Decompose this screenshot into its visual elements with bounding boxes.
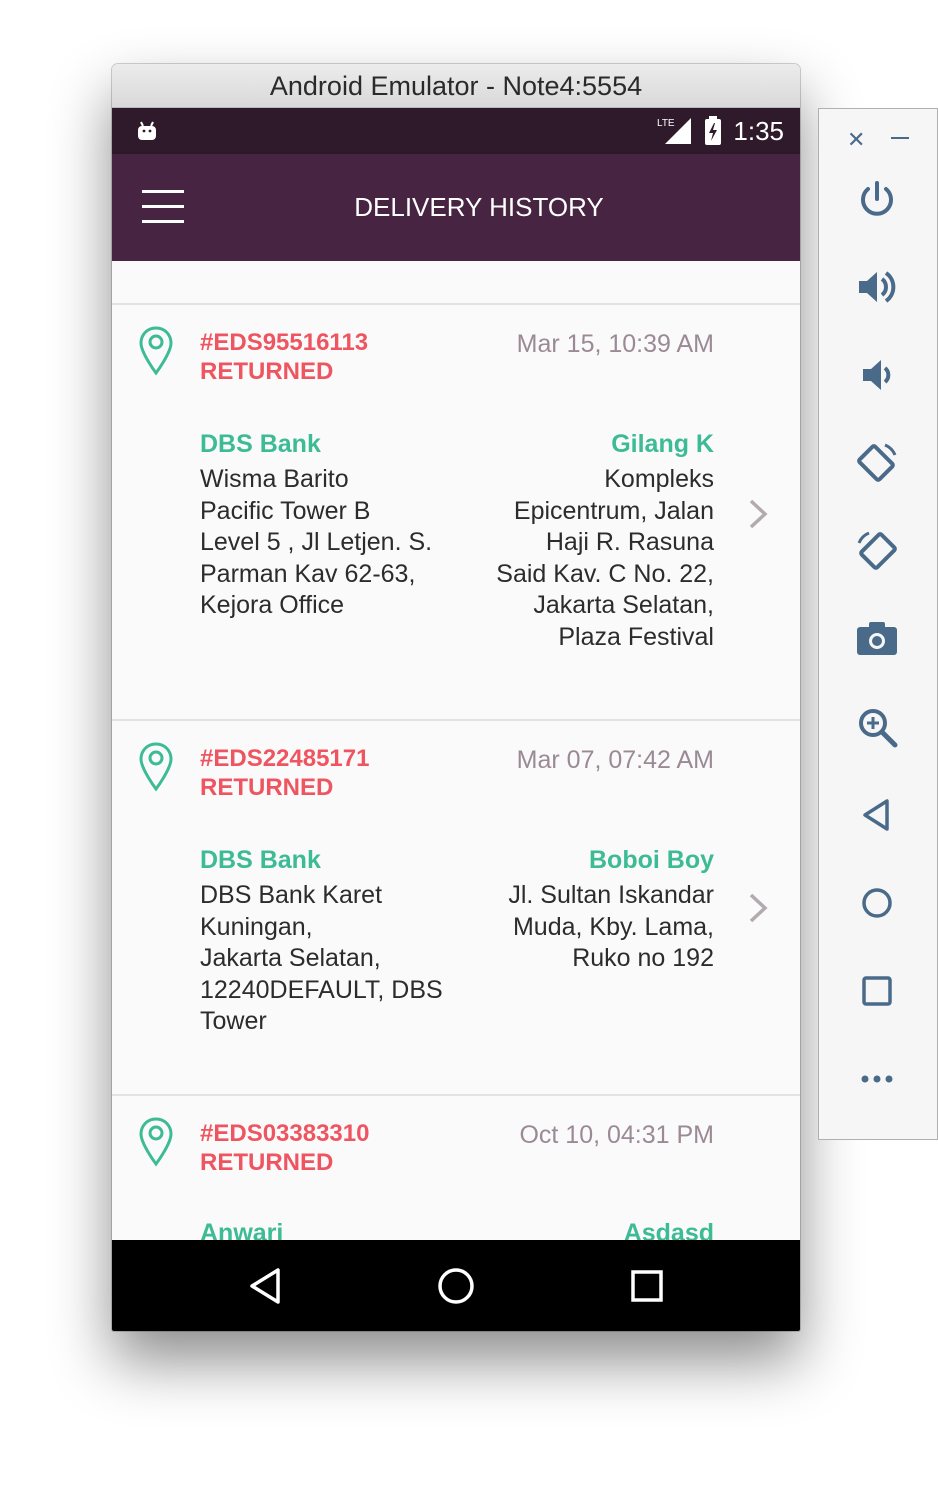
order-status: RETURNED <box>200 358 334 385</box>
svg-text:LTE: LTE <box>657 118 675 129</box>
power-icon[interactable] <box>855 177 899 221</box>
emulator-toolbar: ✕ <box>818 108 938 1140</box>
order-id: #EDS03383310 <box>200 1120 370 1147</box>
emulator-window: Android Emulator - Note4:5554 LTE 1:35 D… <box>112 64 800 1331</box>
sender-address: DBS Bank Karet Kuningan, Jakarta Selatan… <box>200 881 443 1035</box>
map-pin-icon <box>139 326 173 376</box>
more-icon[interactable] <box>855 1057 899 1101</box>
sender-name: DBS Bank <box>200 846 321 874</box>
close-icon[interactable]: ✕ <box>847 127 865 153</box>
app-bar: DELIVERY HISTORY <box>112 154 800 261</box>
status-bar: LTE 1:35 <box>112 108 800 154</box>
recipient-name: Gilang K <box>611 430 714 458</box>
android-debug-icon <box>138 121 156 140</box>
map-pin-icon <box>139 1117 173 1167</box>
battery-charging-icon <box>705 116 722 145</box>
rotate-right-icon[interactable] <box>855 529 899 573</box>
recents-icon[interactable] <box>625 1264 669 1308</box>
delivery-list[interactable]: #EDS95516113 RETURNED Mar 15, 10:39 AM D… <box>112 261 800 1240</box>
zoom-icon[interactable] <box>855 705 899 749</box>
order-id: #EDS22485171 <box>200 745 370 772</box>
status-time: 1:35 <box>733 115 784 146</box>
order-id: #EDS95516113 <box>200 329 369 356</box>
sender-name: Anwari <box>200 1219 284 1240</box>
lte-signal-icon: LTE <box>657 118 692 144</box>
overview-icon[interactable] <box>855 969 899 1013</box>
recipient-name: Boboi Boy <box>589 846 714 874</box>
order-date: Mar 07, 07:42 AM <box>516 746 714 774</box>
recipient-address: Kompleks Epicentrum, Jalan Haji R. Rasun… <box>496 465 714 651</box>
minimize-icon[interactable] <box>891 137 909 139</box>
delivery-card[interactable]: #EDS22485171 RETURNED Mar 07, 07:42 AM D… <box>112 719 800 1094</box>
chevron-right-icon[interactable] <box>746 497 770 531</box>
home-icon[interactable] <box>855 881 899 925</box>
order-date: Mar 15, 10:39 AM <box>516 330 714 358</box>
recipient-name: Asdasd <box>623 1219 714 1240</box>
order-date: Oct 10, 04:31 PM <box>519 1121 714 1149</box>
map-pin-icon <box>139 742 173 792</box>
chevron-right-icon[interactable] <box>746 891 770 925</box>
android-nav-bar <box>112 1240 800 1331</box>
volume-down-icon[interactable] <box>855 353 899 397</box>
sender-address: Wisma Barito Pacific Tower B Level 5 , J… <box>200 465 433 619</box>
volume-up-icon[interactable] <box>855 265 899 309</box>
page-title: DELIVERY HISTORY <box>354 192 604 222</box>
rotate-left-icon[interactable] <box>855 441 899 485</box>
window-title: Android Emulator - Note4:5554 <box>112 64 800 108</box>
home-icon[interactable] <box>434 1264 478 1308</box>
back-icon[interactable] <box>855 793 899 837</box>
delivery-card[interactable]: #EDS95516113 RETURNED Mar 15, 10:39 AM D… <box>112 303 800 719</box>
order-status: RETURNED <box>200 774 334 801</box>
camera-icon[interactable] <box>855 617 899 661</box>
delivery-card[interactable]: #EDS03383310 RETURNED Oct 10, 04:31 PM A… <box>112 1094 800 1240</box>
recipient-address: Jl. Sultan Iskandar Muda, Kby. Lama, Ruk… <box>508 881 714 972</box>
sender-name: DBS Bank <box>200 430 321 458</box>
order-status: RETURNED <box>200 1149 334 1176</box>
back-icon[interactable] <box>244 1264 288 1308</box>
